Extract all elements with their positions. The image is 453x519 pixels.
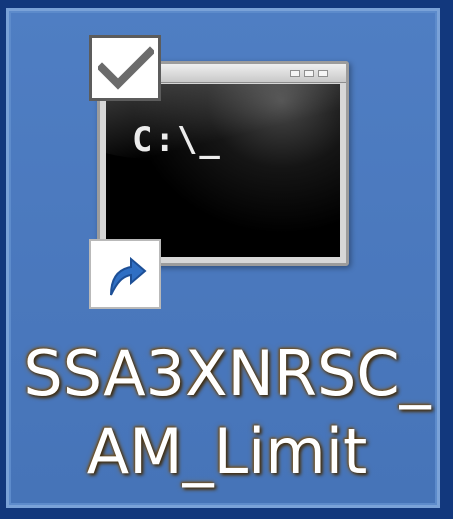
shortcut-arrow-icon [110, 256, 147, 296]
shortcut-arrow-badge [89, 239, 161, 309]
desktop-shortcut-icon[interactable]: C:\_ SSA3XNRSC_ AM_Limit [6, 8, 440, 508]
desktop: C:\_ SSA3XNRSC_ AM_Limit [0, 0, 453, 519]
maximize-glyph [304, 70, 314, 77]
checkmark-icon [98, 46, 154, 90]
icon-label[interactable]: SSA3XNRSC_ AM_Limit [17, 335, 437, 491]
console-screen: C:\_ [106, 84, 340, 257]
minimize-glyph [290, 70, 300, 77]
close-glyph [318, 70, 328, 77]
selection-checkbox[interactable] [89, 35, 161, 101]
icon-label-line-1: SSA3XNRSC_ [23, 337, 431, 410]
console-prompt-text: C:\_ [132, 120, 222, 160]
icon-label-line-2: AM_Limit [86, 415, 368, 488]
